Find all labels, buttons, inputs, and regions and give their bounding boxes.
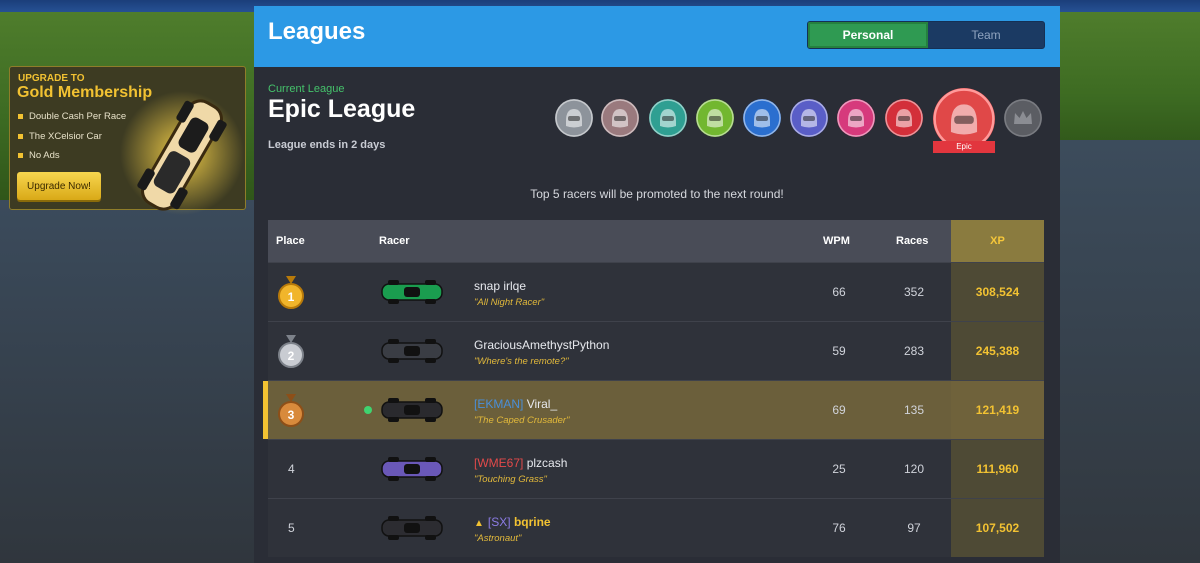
league-tier-helmet-icon: [649, 99, 687, 137]
xp-value: 111,960: [951, 440, 1044, 498]
racer-username[interactable]: Viral_: [527, 397, 557, 411]
tab-team[interactable]: Team: [928, 22, 1044, 48]
xp-value: 121,419: [951, 381, 1044, 439]
place-number: 5: [288, 521, 295, 535]
svg-text:3: 3: [288, 408, 295, 422]
current-league-label: Current League: [268, 83, 345, 95]
league-tier-helmet-icon: [885, 99, 923, 137]
epic-tier-label: Epic: [933, 141, 995, 153]
league-ends-text: League ends in 2 days: [268, 139, 386, 151]
leaderboard-table: Place Racer WPM Races XP 1 snap irlqe "All…: [263, 220, 1044, 557]
place-number: 4: [288, 462, 295, 476]
league-tier-helmet-icon: [790, 99, 828, 137]
wpm-value: 59: [832, 344, 846, 358]
table-row[interactable]: 3 [EKMAN] Viral_ "The Caped Crusader" 69 135…: [263, 380, 1044, 439]
races-value: 135: [903, 403, 925, 417]
car-icon: [381, 516, 443, 540]
racer-title: "Touching Grass": [474, 474, 547, 485]
xp-value: 308,524: [951, 263, 1044, 321]
racer-title: "The Caped Crusader": [474, 415, 570, 426]
membership-badge-icon: ▲: [474, 518, 484, 529]
table-row[interactable]: 5 ▲ [SX] bqrine "Astronaut" 76 97 107,502: [268, 498, 1044, 557]
xp-value: 245,388: [951, 322, 1044, 380]
racer-title: "Where's the remote?": [474, 356, 569, 367]
xcelsior-car-icon: [120, 91, 244, 215]
silver-medal-icon: 2: [278, 335, 304, 368]
races-value: 283: [903, 344, 925, 358]
team-tag[interactable]: [SX]: [488, 515, 511, 529]
svg-text:2: 2: [288, 349, 295, 363]
table-body: 1 snap irlqe "All Night Racer" 66 352 308,524…: [263, 262, 1044, 557]
column-wpm[interactable]: WPM: [823, 220, 850, 262]
racer-name[interactable]: [WME67] plzcash: [474, 456, 567, 470]
wpm-value: 25: [832, 462, 846, 476]
racer-title: "All Night Racer": [474, 297, 545, 308]
races-value: 97: [907, 521, 921, 535]
column-place[interactable]: Place: [276, 220, 305, 262]
racer-username[interactable]: plzcash: [527, 456, 568, 470]
table-header: Place Racer WPM Races XP: [268, 220, 1044, 262]
league-name: Epic League: [268, 95, 416, 123]
team-tag[interactable]: [WME67]: [474, 456, 523, 470]
league-tier-helmet-icon: [743, 99, 781, 137]
racer-username[interactable]: snap irlqe: [474, 279, 526, 293]
upgrade-now-button[interactable]: Upgrade Now!: [17, 172, 101, 200]
promo-kicker: UPGRADE TO: [18, 73, 85, 84]
team-tag[interactable]: [EKMAN]: [474, 397, 523, 411]
races-value: 352: [903, 285, 925, 299]
promo-perk: Double Cash Per Race: [18, 107, 126, 127]
wpm-value: 76: [832, 521, 846, 535]
car-icon: [381, 398, 443, 422]
bronze-medal-icon: 3: [278, 394, 304, 427]
xp-value: 107,502: [951, 499, 1044, 557]
league-tier-helmet-icon: [696, 99, 734, 137]
column-xp[interactable]: XP: [951, 220, 1044, 262]
background-lower-left: [0, 200, 254, 563]
background-grass-right: [1060, 12, 1200, 152]
column-racer[interactable]: Racer: [379, 220, 410, 262]
league-type-toggle: Personal Team: [807, 21, 1045, 49]
promo-perk: No Ads: [18, 146, 126, 166]
racer-username[interactable]: bqrine: [514, 515, 551, 529]
gold-membership-promo: UPGRADE TO Gold Membership Double Cash P…: [9, 66, 246, 215]
current-user-marker: [263, 381, 268, 439]
promo-perk-list: Double Cash Per Race The XCelsior Car No…: [18, 107, 126, 166]
svg-text:1: 1: [288, 290, 295, 304]
car-icon: [381, 457, 443, 481]
racer-title: "Astronaut": [474, 533, 522, 544]
table-row[interactable]: 4 [WME67] plzcash "Touching Grass" 25 120 111…: [268, 439, 1044, 498]
leagues-header: Leagues Personal Team: [254, 6, 1060, 67]
racer-name[interactable]: ▲ [SX] bqrine: [474, 515, 551, 529]
promotion-note: Top 5 racers will be promoted to the nex…: [530, 187, 784, 201]
racer-username[interactable]: GraciousAmethystPython: [474, 338, 609, 352]
car-icon: [381, 280, 443, 304]
leagues-panel: Leagues Personal Team Current League Epi…: [254, 6, 1060, 563]
background-lower-right: [1060, 140, 1200, 563]
races-value: 120: [903, 462, 925, 476]
car-icon: [381, 339, 443, 363]
league-tier-helmet-icon: [555, 99, 593, 137]
column-races[interactable]: Races: [896, 220, 928, 262]
gold-medal-icon: 1: [278, 276, 304, 309]
wpm-value: 66: [832, 285, 846, 299]
wpm-value: 69: [832, 403, 846, 417]
racer-name[interactable]: snap irlqe: [474, 279, 526, 293]
online-status-dot: [364, 406, 372, 414]
promo-perk: The XCelsior Car: [18, 127, 126, 147]
league-tier-crown-icon: [1004, 99, 1042, 137]
table-row[interactable]: 1 snap irlqe "All Night Racer" 66 352 308,524: [268, 262, 1044, 321]
racer-name[interactable]: GraciousAmethystPython: [474, 338, 609, 352]
tab-personal[interactable]: Personal: [808, 22, 928, 48]
racer-name[interactable]: [EKMAN] Viral_: [474, 397, 557, 411]
league-tier-helmet-icon: [601, 99, 639, 137]
page-title: Leagues: [268, 18, 366, 45]
table-row[interactable]: 2 GraciousAmethystPython "Where's the remo…: [268, 321, 1044, 380]
league-tier-helmet-icon: [837, 99, 875, 137]
